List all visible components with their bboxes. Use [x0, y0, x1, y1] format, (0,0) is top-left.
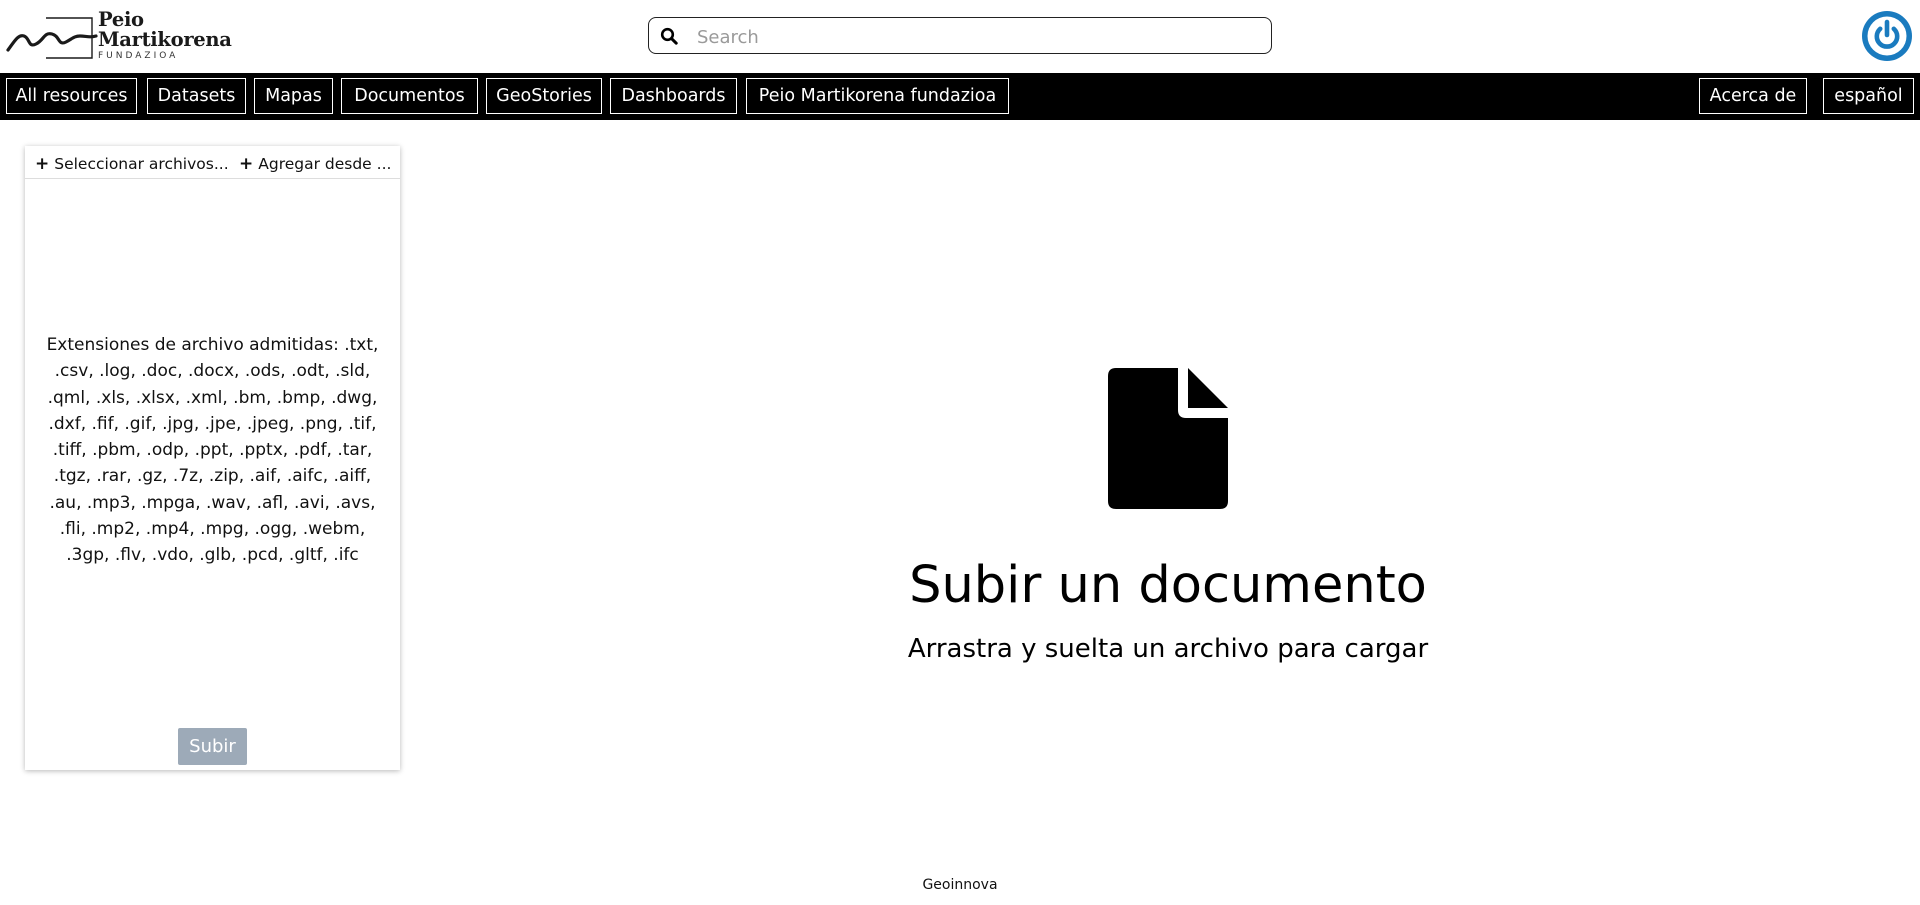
nav-about[interactable]: Acerca de	[1699, 78, 1807, 114]
logo-subtitle: FUNDAZIOA	[98, 51, 179, 61]
power-icon[interactable]	[1862, 11, 1912, 61]
drop-area-title: Subir un documento	[909, 556, 1427, 615]
nav-mapas[interactable]: Mapas	[254, 78, 333, 114]
main-nav: All resources Datasets Mapas Documentos …	[0, 73, 1920, 120]
logo[interactable]: Peio Martikorena FUNDAZIOA	[6, 10, 232, 64]
header: Peio Martikorena FUNDAZIOA	[0, 0, 1920, 73]
logo-mark-icon	[6, 17, 98, 59]
drop-area-subtitle: Arrastra y suelta un archivo para cargar	[907, 634, 1429, 664]
plus-icon: +	[239, 154, 254, 174]
nav-peio-martikorena-fundazioa[interactable]: Peio Martikorena fundazioa	[746, 78, 1009, 114]
nav-geostories[interactable]: GeoStories	[486, 78, 602, 114]
search-input[interactable]	[695, 22, 1259, 52]
nav-language[interactable]: español	[1823, 78, 1914, 114]
upload-submit-button[interactable]: Subir	[178, 728, 247, 765]
select-files-label: Seleccionar archivos...	[54, 155, 229, 173]
upload-panel: + Seleccionar archivos... + Agregar desd…	[25, 146, 400, 770]
nav-documentos[interactable]: Documentos	[341, 78, 478, 114]
file-icon	[1108, 368, 1228, 509]
nav-dashboards[interactable]: Dashboards	[610, 78, 737, 114]
plus-icon: +	[35, 154, 50, 174]
logo-name-line2: Martikorena	[98, 27, 232, 51]
logo-name-line1: Peio	[98, 8, 144, 31]
nav-all-resources[interactable]: All resources	[6, 78, 137, 114]
supported-extensions: Extensiones de archivo admitidas: .txt, …	[46, 335, 379, 566]
select-files-button[interactable]: + Seleccionar archivos...	[35, 154, 229, 174]
footer-credit[interactable]: Geoinnova	[760, 877, 1160, 893]
upload-tabs: + Seleccionar archivos... + Agregar desd…	[25, 146, 400, 179]
search-box[interactable]	[648, 17, 1272, 54]
search-icon[interactable]	[660, 27, 678, 45]
add-from-label: Agregar desde ...	[258, 155, 392, 173]
add-from-button[interactable]: + Agregar desde ...	[239, 154, 391, 174]
nav-datasets[interactable]: Datasets	[147, 78, 246, 114]
